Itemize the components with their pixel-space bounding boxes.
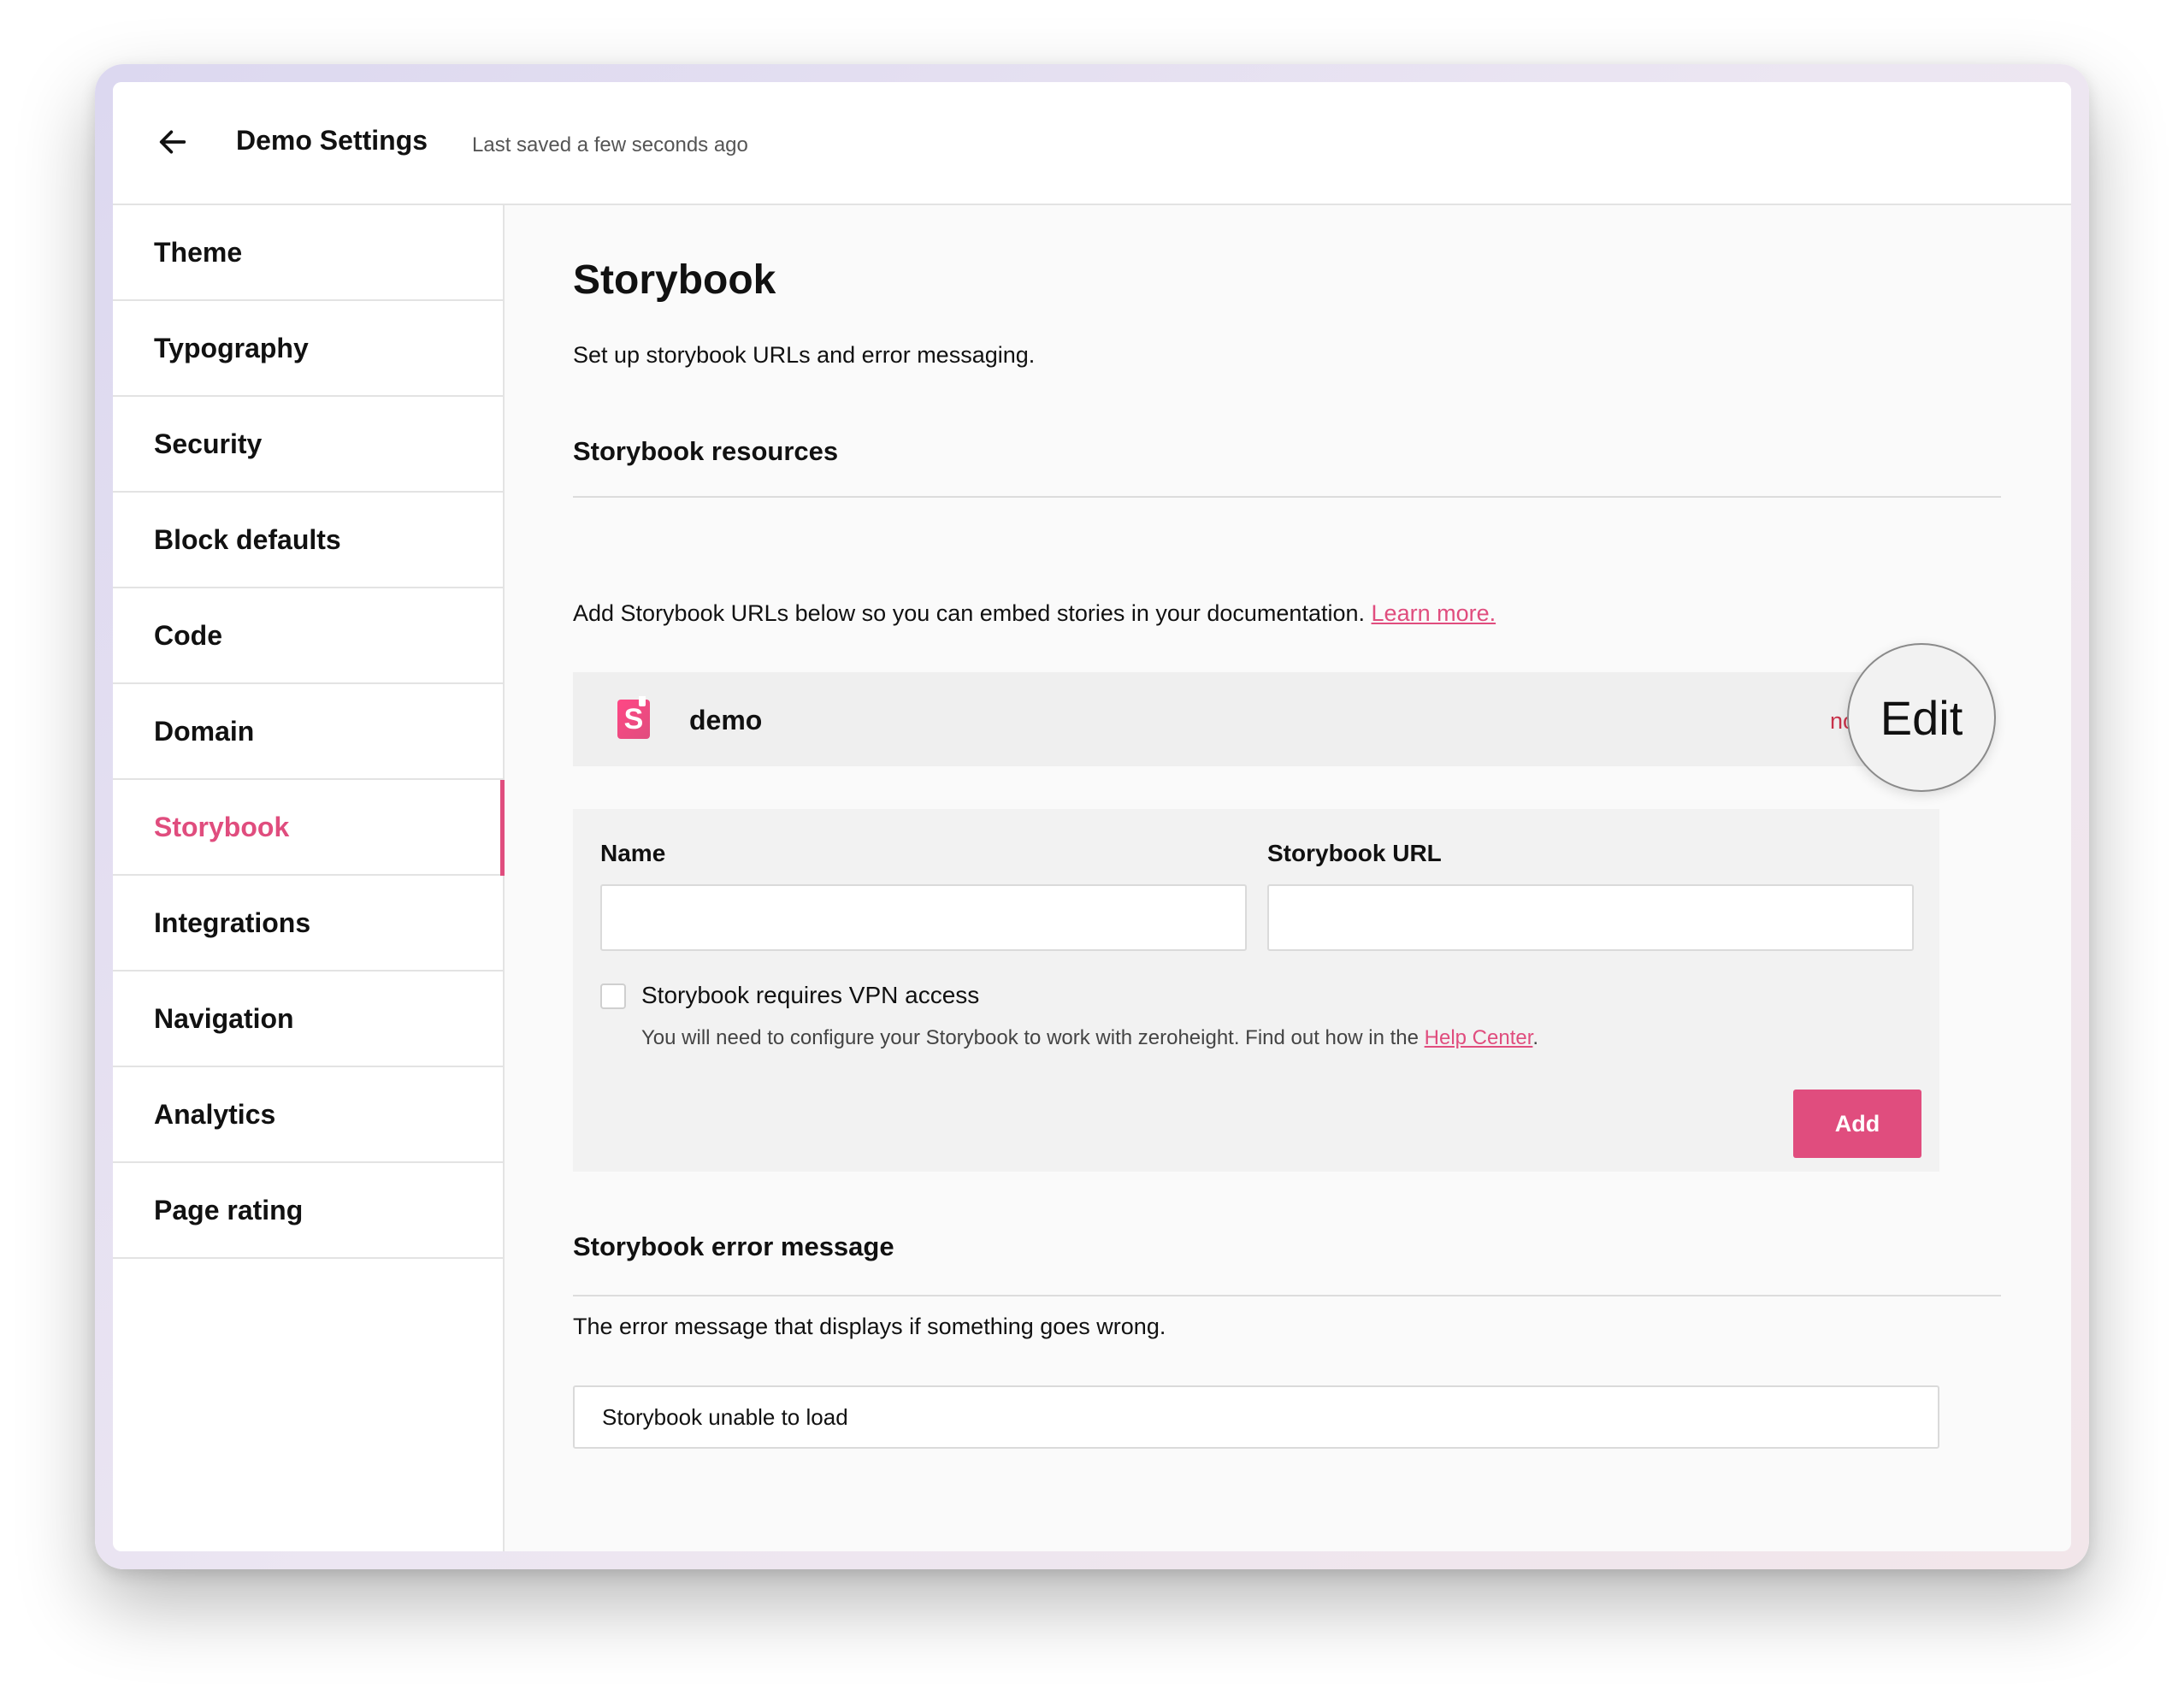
add-resource-form: Name Storybook URL Storybook requires VP… <box>573 809 1939 1172</box>
divider <box>573 496 2001 498</box>
section-subtitle: Set up storybook URLs and error messagin… <box>573 342 1036 368</box>
error-message-input[interactable] <box>573 1385 1939 1449</box>
resource-name: demo <box>689 705 763 735</box>
resources-heading: Storybook resources <box>573 436 839 466</box>
sidebar-item-page-rating[interactable]: Page rating <box>113 1163 503 1259</box>
resources-description-text: Add Storybook URLs below so you can embe… <box>573 600 1366 626</box>
sidebar-item-storybook[interactable]: Storybook <box>113 780 505 876</box>
vpn-help-suffix: . <box>1532 1026 1539 1049</box>
sidebar-item-domain[interactable]: Domain <box>113 684 503 780</box>
add-button[interactable]: Add <box>1793 1090 1921 1158</box>
storybook-url-label: Storybook URL <box>1267 840 1442 866</box>
name-input[interactable] <box>600 884 1247 951</box>
sidebar-item-block-defaults[interactable]: Block defaults <box>113 493 503 588</box>
error-heading: Storybook error message <box>573 1231 894 1261</box>
arrow-left-icon <box>159 130 186 154</box>
help-center-link[interactable]: Help Center <box>1425 1026 1533 1049</box>
vpn-help-body: You will need to configure your Storyboo… <box>641 1026 1419 1049</box>
storybook-logo-icon: S <box>617 696 650 739</box>
sidebar-item-analytics[interactable]: Analytics <box>113 1067 503 1163</box>
sidebar-item-theme[interactable]: Theme <box>113 205 503 301</box>
back-button[interactable] <box>151 120 195 164</box>
vpn-checkbox[interactable] <box>600 983 626 1009</box>
sidebar-item-navigation[interactable]: Navigation <box>113 972 503 1067</box>
sidebar-item-security[interactable]: Security <box>113 397 503 493</box>
divider <box>573 1295 2001 1296</box>
sidebar: Theme Typography Security Block defaults… <box>113 205 505 1551</box>
sidebar-item-code[interactable]: Code <box>113 588 503 684</box>
vpn-checkbox-label: Storybook requires VPN access <box>641 982 980 1008</box>
storybook-resource-row: S demo nove <box>573 672 1939 766</box>
resources-description: Add Storybook URLs below so you can embe… <box>573 600 1496 627</box>
vpn-help-text: You will need to configure your Storyboo… <box>641 1026 1538 1050</box>
header: Demo Settings Last saved a few seconds a… <box>113 82 2071 205</box>
page-title: Demo Settings <box>236 125 428 156</box>
sidebar-item-typography[interactable]: Typography <box>113 301 503 397</box>
edit-button[interactable]: Edit <box>1847 643 1996 792</box>
save-status: Last saved a few seconds ago <box>472 133 748 157</box>
learn-more-link[interactable]: Learn more. <box>1372 600 1496 626</box>
settings-window: Demo Settings Last saved a few seconds a… <box>113 82 2071 1551</box>
sidebar-item-integrations[interactable]: Integrations <box>113 876 503 972</box>
storybook-url-input[interactable] <box>1267 884 1914 951</box>
section-title: Storybook <box>573 257 776 303</box>
name-label: Name <box>600 840 666 866</box>
error-description: The error message that displays if somet… <box>573 1314 1166 1339</box>
